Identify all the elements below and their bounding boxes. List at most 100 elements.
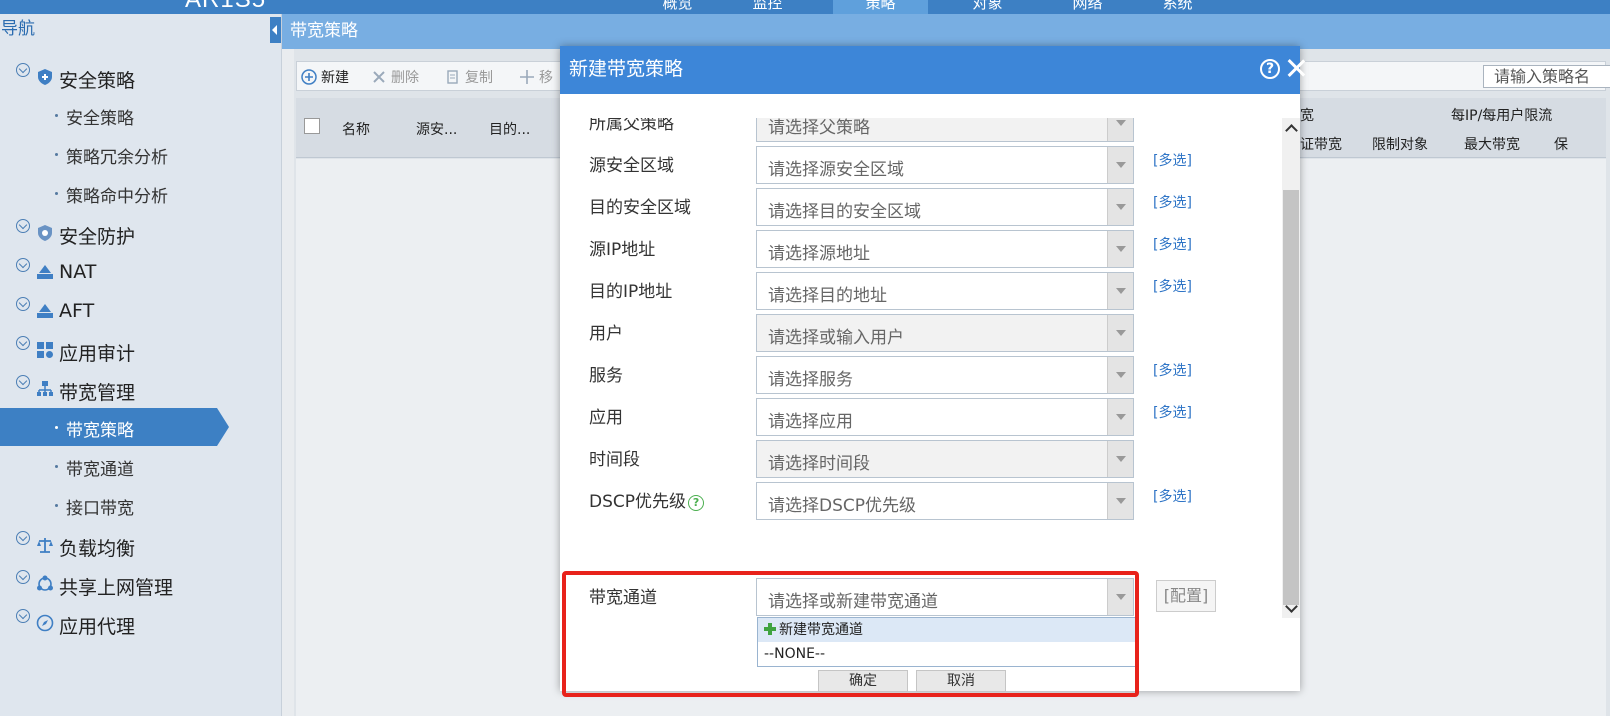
- chevron-down-icon[interactable]: [1107, 357, 1133, 393]
- help-icon[interactable]: ?: [688, 495, 705, 511]
- expand-icon[interactable]: [16, 219, 30, 233]
- tab-overview[interactable]: 概览: [630, 0, 725, 14]
- tab-network[interactable]: 网络: [1040, 0, 1135, 14]
- sidebar-subitem-hit-analysis[interactable]: 策略命中分析: [0, 174, 282, 212]
- chevron-down-icon[interactable]: [1107, 483, 1133, 519]
- cancel-button[interactable]: 取消: [916, 670, 1006, 692]
- tab-policy[interactable]: 策略: [833, 0, 928, 14]
- app-audit-icon: [37, 342, 53, 358]
- chevron-down-icon[interactable]: [1107, 441, 1133, 477]
- sidebar-subitem-bandwidth-channel[interactable]: 带宽通道: [0, 447, 282, 485]
- destination-zone-select[interactable]: 请选择目的安全区域: [756, 188, 1134, 226]
- chevron-down-icon[interactable]: [1107, 315, 1133, 351]
- column-header-guarantee[interactable]: 保: [1554, 134, 1568, 154]
- chevron-down-icon[interactable]: [1107, 118, 1133, 141]
- delete-button[interactable]: 删除: [371, 67, 419, 87]
- page-title: 带宽策略: [282, 14, 1610, 49]
- sidebar-item-load-balance[interactable]: 负载均衡: [0, 525, 282, 565]
- column-header-destination[interactable]: 目的...: [489, 119, 530, 139]
- field-label: DSCP优先级: [589, 492, 687, 512]
- field-label: 应用: [589, 408, 623, 428]
- ok-button[interactable]: 确定: [818, 670, 908, 692]
- scroll-up-icon[interactable]: [1285, 122, 1297, 134]
- dscp-priority-select[interactable]: 请选择DSCP优先级: [756, 482, 1134, 520]
- source-ip-select[interactable]: 请选择源地址: [756, 230, 1134, 268]
- bullet-dot: [55, 192, 58, 195]
- tab-object[interactable]: 对象: [940, 0, 1035, 14]
- tab-system[interactable]: 系统: [1130, 0, 1225, 14]
- dropdown-option-new-channel[interactable]: 新建带宽通道: [758, 618, 1136, 642]
- column-header-max-bandwidth[interactable]: 最大带宽: [1464, 134, 1520, 154]
- chevron-down-icon[interactable]: [1107, 579, 1133, 615]
- parent-policy-select[interactable]: 请选择父策略: [756, 118, 1134, 142]
- expand-icon[interactable]: [16, 531, 30, 545]
- destination-ip-select[interactable]: 请选择目的地址: [756, 272, 1134, 310]
- chevron-down-icon[interactable]: [1107, 189, 1133, 225]
- copy-button[interactable]: 复制: [445, 67, 493, 87]
- field-dscp-priority: DSCP优先级? 请选择DSCP优先级 [多选]: [560, 482, 1300, 520]
- multi-select-link[interactable]: [多选]: [1153, 360, 1192, 380]
- user-select[interactable]: 请选择或输入用户: [756, 314, 1134, 352]
- multi-select-link[interactable]: [多选]: [1153, 486, 1192, 506]
- top-header: AR1S5 概览 监控 策略 对象 网络 系统: [0, 0, 1610, 14]
- close-icon[interactable]: [1284, 56, 1308, 80]
- expand-icon[interactable]: [16, 336, 30, 350]
- application-select[interactable]: 请选择应用: [756, 398, 1134, 436]
- chevron-down-icon[interactable]: [1107, 147, 1133, 183]
- column-header-name[interactable]: 名称: [342, 119, 370, 139]
- sidebar-item-app-proxy[interactable]: 应用代理: [0, 603, 282, 643]
- sidebar-item-label: 带宽策略: [66, 421, 134, 441]
- column-header-source[interactable]: 源安...: [416, 119, 457, 139]
- select-all-checkbox[interactable]: [304, 118, 320, 134]
- multi-select-link[interactable]: [多选]: [1153, 150, 1192, 170]
- source-zone-select[interactable]: 请选择源安全区域: [756, 146, 1134, 184]
- field-service: 服务 请选择服务 [多选]: [560, 356, 1300, 394]
- expand-icon[interactable]: [16, 297, 30, 311]
- scroll-down-icon[interactable]: [1285, 602, 1297, 614]
- collapse-sidebar-icon[interactable]: [270, 17, 281, 43]
- help-icon[interactable]: ?: [1260, 59, 1280, 79]
- sidebar-item-shared-internet[interactable]: 共享上网管理: [0, 564, 282, 604]
- multi-select-link[interactable]: [多选]: [1153, 276, 1192, 296]
- dropdown-option-none[interactable]: --NONE--: [758, 642, 1136, 666]
- multi-select-link[interactable]: [多选]: [1153, 402, 1192, 422]
- expand-icon[interactable]: [16, 609, 30, 623]
- scroll-thumb[interactable]: [1283, 190, 1299, 605]
- field-label: 目的IP地址: [589, 282, 673, 302]
- select-placeholder: 请选择目的安全区域: [768, 202, 921, 222]
- chevron-down-icon[interactable]: [1107, 231, 1133, 267]
- sidebar-item-nat[interactable]: NAT: [0, 252, 282, 292]
- sidebar-subitem-redundancy-analysis[interactable]: 策略冗余分析: [0, 135, 282, 173]
- expand-icon[interactable]: [16, 570, 30, 584]
- expand-icon[interactable]: [16, 63, 30, 77]
- search-input[interactable]: 请输入策略名: [1483, 65, 1610, 88]
- move-button[interactable]: 移: [519, 67, 553, 87]
- service-select[interactable]: 请选择服务: [756, 356, 1134, 394]
- multi-select-link[interactable]: [多选]: [1153, 192, 1192, 212]
- chevron-down-icon[interactable]: [1107, 273, 1133, 309]
- bandwidth-channel-select[interactable]: 请选择或新建带宽通道: [756, 578, 1134, 616]
- tab-monitor[interactable]: 监控: [720, 0, 815, 14]
- sidebar-subitem-interface-bandwidth[interactable]: 接口带宽: [0, 486, 282, 524]
- field-application: 应用 请选择应用 [多选]: [560, 398, 1300, 436]
- chevron-down-icon[interactable]: [1107, 399, 1133, 435]
- brand-logo: AR1S5: [185, 0, 266, 14]
- sidebar-subitem-security-policy[interactable]: 安全策略: [0, 96, 282, 134]
- multi-select-link[interactable]: [多选]: [1153, 234, 1192, 254]
- new-button[interactable]: 新建: [301, 67, 349, 87]
- expand-icon[interactable]: [16, 258, 30, 272]
- sidebar-item-aft[interactable]: AFT: [0, 291, 282, 331]
- sidebar-item-bandwidth-management[interactable]: 带宽管理: [0, 369, 282, 409]
- config-button[interactable]: [配置]: [1156, 580, 1216, 612]
- sidebar-item-app-audit[interactable]: 应用审计: [0, 330, 282, 370]
- dialog-scrollbar[interactable]: [1282, 118, 1300, 618]
- sidebar-subitem-bandwidth-policy[interactable]: 带宽策略: [0, 408, 282, 446]
- bandwidth-channel-dropdown: 新建带宽通道 --NONE--: [757, 617, 1137, 667]
- time-range-select[interactable]: 请选择时间段: [756, 440, 1134, 478]
- sidebar-item-security-protection[interactable]: 安全防护: [0, 213, 282, 253]
- column-header-limit-target[interactable]: 限制对象: [1372, 134, 1428, 154]
- expand-icon[interactable]: [16, 375, 30, 389]
- sidebar-item-security-policy[interactable]: 安全策略: [0, 57, 282, 97]
- field-parent-policy: 所属父策略 请选择父策略: [560, 118, 1300, 142]
- field-label: 目的安全区域: [589, 198, 691, 218]
